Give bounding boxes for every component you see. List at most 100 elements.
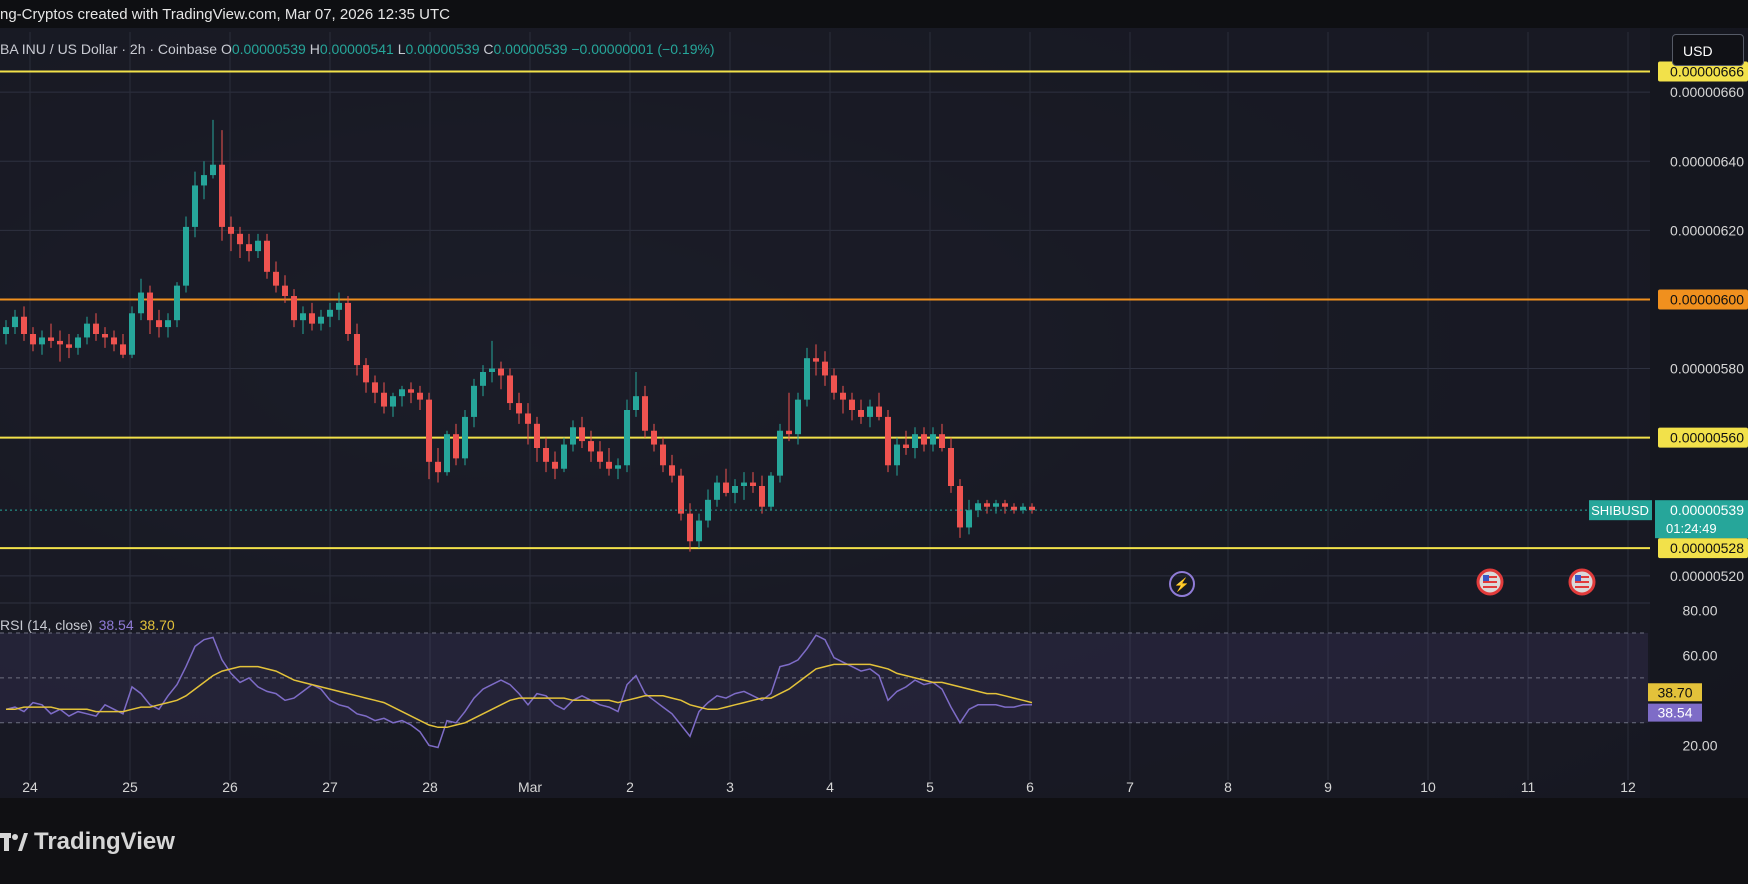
chart-canvas[interactable]: 0.00000660 0.00000640 0.00000620 0.00000600… [0, 0, 1748, 884]
candle-body [831, 375, 837, 393]
candle-body [66, 344, 72, 348]
candle-body [84, 323, 90, 338]
high-value: 0.00000541 [319, 41, 394, 57]
x-tick-label: 12 [1620, 779, 1636, 795]
x-tick-label: 25 [122, 779, 138, 795]
x-tick-label: 5 [926, 779, 934, 795]
last-price-tag-value: 0.00000539 [1670, 502, 1744, 518]
candle-body [741, 482, 747, 486]
x-tick-label: 6 [1026, 779, 1034, 795]
rsi-tick-label: 80.00 [1682, 602, 1717, 618]
x-tick-label: 7 [1126, 779, 1134, 795]
rsi-legend: RSI (14, close) 38.54 38.70 [0, 617, 175, 633]
candle-body [255, 240, 261, 252]
candle-body [417, 392, 423, 400]
candle-body [471, 385, 477, 417]
candle-body [651, 430, 657, 445]
us-flag-canton [1483, 575, 1489, 581]
candle-body [975, 503, 981, 511]
candle-body [876, 406, 882, 417]
candle-body [984, 503, 990, 507]
candle-body [579, 427, 585, 442]
candle-body [1020, 506, 1026, 511]
candle-body [381, 392, 387, 407]
candle-body [336, 302, 342, 310]
candle-body [525, 413, 531, 424]
rsi-legend-ma-value: 38.70 [139, 617, 175, 633]
candle-body [201, 175, 207, 186]
price-tick-label: 0.00000620 [1670, 222, 1744, 238]
x-tick-label: 26 [222, 779, 238, 795]
candle-body [435, 461, 441, 473]
candle-body [939, 434, 945, 448]
candle-body [534, 423, 540, 448]
x-tick-label: 24 [22, 779, 38, 795]
symbol-tag-label: SHIBUSD [1591, 503, 1649, 518]
candle-body [183, 226, 189, 286]
candle-body [426, 399, 432, 462]
candle-body [30, 334, 36, 345]
candle-body [867, 406, 873, 417]
candle-body [399, 389, 405, 397]
rsi-legend-value: 38.54 [98, 617, 134, 633]
candle-body [624, 410, 630, 466]
candle-body [12, 316, 18, 328]
candle-body [93, 323, 99, 334]
candle-body [966, 510, 972, 528]
tradingview-logo-text: TradingView [34, 828, 175, 855]
close-value: 0.00000539 [493, 41, 568, 57]
currency-button[interactable]: USD [1672, 34, 1744, 66]
price-tick-label: 0.00000660 [1670, 84, 1744, 100]
candle-body [588, 441, 594, 452]
candle-body [930, 434, 936, 445]
candle-body [993, 503, 999, 507]
candle-body [912, 434, 918, 448]
candle-body [246, 244, 252, 252]
x-tick-label: 11 [1521, 779, 1536, 795]
symbol-title[interactable]: BA INU / US Dollar · 2h · Coinbase [0, 41, 217, 57]
candle-body [327, 309, 333, 317]
candle-body [111, 337, 117, 345]
candle-body [516, 403, 522, 414]
candle-body [498, 368, 504, 376]
candle-body [291, 296, 297, 321]
rsi-legend-label[interactable]: RSI (14, close) [0, 617, 93, 633]
candle-body [444, 434, 450, 473]
candle-body [849, 399, 855, 410]
countdown-label: 01:24:49 [1666, 521, 1717, 536]
candle-body [3, 327, 9, 334]
candle-body [39, 337, 45, 345]
us-flag-stripe [1483, 586, 1497, 588]
candle-body [489, 368, 495, 372]
candle-body [174, 285, 180, 321]
price-level-tag-label: 0.00000600 [1670, 291, 1744, 307]
candle-body [795, 399, 801, 435]
candle-body [21, 316, 27, 334]
candle-body [786, 430, 792, 435]
price-tick-label: 0.00000580 [1670, 361, 1744, 377]
candles [3, 119, 1035, 552]
high-key: H [309, 41, 320, 57]
candle-body [408, 389, 414, 393]
tradingview-logo-icon [0, 833, 28, 851]
open-key: O [220, 41, 232, 57]
candle-body [480, 372, 486, 386]
rsi-tick-label: 20.00 [1682, 737, 1717, 753]
candle-body [318, 316, 324, 324]
candle-body [363, 365, 369, 383]
price-tick-label: 0.00000640 [1670, 153, 1744, 169]
rsi-ma-tag-label: 38.70 [1657, 684, 1692, 700]
candle-body [759, 486, 765, 507]
candle-body [462, 416, 468, 459]
candle-body [543, 448, 549, 462]
candle-body [156, 320, 162, 328]
candle-body [147, 292, 153, 321]
candle-body [165, 320, 171, 328]
candle-body [282, 285, 288, 296]
candle-body [597, 451, 603, 462]
tradingview-logo: TradingView [0, 828, 175, 856]
candle-body [390, 396, 396, 407]
candle-body [768, 475, 774, 507]
x-tick-label: 28 [422, 779, 438, 795]
price-level-tag-label: 0.00000528 [1670, 540, 1744, 556]
